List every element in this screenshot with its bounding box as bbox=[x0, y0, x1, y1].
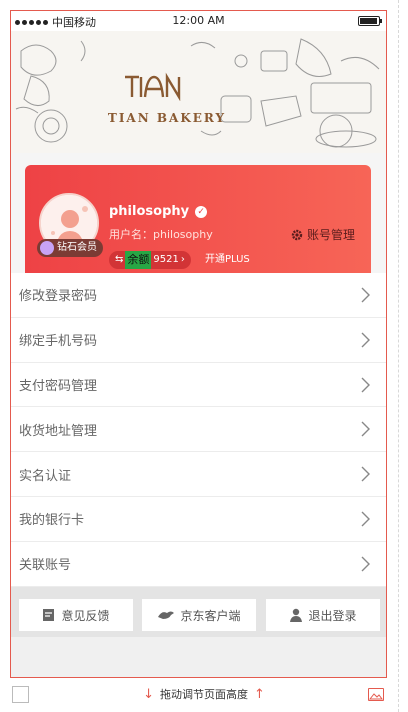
list-item-label: 支付密码管理 bbox=[19, 378, 98, 394]
arrow-up-icon: ↑ bbox=[254, 686, 265, 702]
chevron-right-icon bbox=[361, 421, 370, 437]
list-item[interactable]: 关联账号 bbox=[11, 542, 386, 587]
status-bar: 中国移动 12:00 AM bbox=[11, 11, 386, 31]
account-manage-button[interactable]: 账号管理 bbox=[291, 226, 355, 243]
empty-area bbox=[11, 637, 386, 677]
settings-list: 修改登录密码 绑定手机号码 支付密码管理 收货地址管理 实名认证 我的银行卡 关… bbox=[11, 273, 386, 587]
clock-label: 12:00 AM bbox=[172, 14, 225, 27]
account-manage-label: 账号管理 bbox=[306, 228, 355, 242]
gem-icon bbox=[40, 241, 54, 255]
wallet-icon: ⇆ bbox=[115, 254, 124, 265]
list-item[interactable]: 修改登录密码 bbox=[11, 273, 386, 318]
chevron-right-icon bbox=[361, 466, 370, 482]
list-item-label: 实名认证 bbox=[19, 468, 72, 484]
jd-client-label: 京东客户端 bbox=[180, 608, 241, 623]
sketch-illustration bbox=[15, 38, 380, 148]
chevron-right-icon bbox=[361, 511, 370, 527]
logout-label: 退出登录 bbox=[308, 608, 357, 623]
list-item[interactable]: 支付密码管理 bbox=[11, 363, 386, 408]
list-item[interactable]: 绑定手机号码 bbox=[11, 318, 386, 363]
list-item[interactable]: 实名认证 bbox=[11, 452, 386, 497]
jd-icon bbox=[158, 611, 175, 619]
height-drag-handle[interactable]: ↓ 拖动调节页面高度 ↑ bbox=[0, 686, 408, 702]
chevron-right-icon bbox=[361, 332, 370, 348]
list-item-label: 关联账号 bbox=[19, 558, 72, 574]
image-icon[interactable] bbox=[368, 688, 384, 701]
balance-pill[interactable]: ⇆ 余额 9521 › bbox=[109, 251, 191, 269]
username-row: philosophy ✓ bbox=[109, 204, 208, 219]
chevron-right-icon bbox=[361, 377, 370, 393]
feedback-label: 意见反馈 bbox=[61, 608, 110, 623]
user-id: 用户名：philosophy bbox=[109, 228, 213, 241]
list-item-label: 修改登录密码 bbox=[19, 289, 98, 305]
list-item-label: 绑定手机号码 bbox=[19, 334, 98, 350]
balance-label: 余额 bbox=[125, 251, 152, 269]
member-badge: 钻石会员 bbox=[37, 239, 103, 257]
plus-link[interactable]: 开通PLUS bbox=[205, 251, 250, 269]
brand-banner: TIAN BAKERY bbox=[11, 31, 386, 153]
feedback-button[interactable]: 意见反馈 bbox=[19, 599, 133, 631]
member-badge-label: 钻石会员 bbox=[57, 242, 97, 253]
logout-icon bbox=[290, 608, 303, 622]
list-item-label: 我的银行卡 bbox=[19, 513, 85, 529]
chevron-right-icon: › bbox=[180, 254, 185, 265]
balance-value: 9521 bbox=[153, 254, 179, 265]
profile-section: 钻石会员 philosophy ✓ 用户名：philosophy 账号管理 ⇆ bbox=[11, 153, 386, 275]
logout-button[interactable]: 退出登录 bbox=[266, 599, 380, 631]
jd-client-button[interactable]: 京东客户端 bbox=[142, 599, 256, 631]
chevron-right-icon bbox=[361, 287, 370, 303]
list-item[interactable]: 我的银行卡 bbox=[11, 497, 386, 542]
profile-card: 钻石会员 philosophy ✓ 用户名：philosophy 账号管理 ⇆ bbox=[25, 165, 371, 275]
username: philosophy bbox=[109, 204, 190, 219]
list-item-label: 收货地址管理 bbox=[19, 423, 98, 439]
phone-frame: 中国移动 12:00 AM TIAN BAKERY 钻石会员 philosoph… bbox=[10, 10, 387, 678]
brand-name: TIAN BAKERY bbox=[107, 111, 227, 125]
gear-icon bbox=[291, 229, 303, 240]
arrow-down-icon: ↓ bbox=[143, 686, 154, 702]
bottom-action-bar: 意见反馈 京东客户端 退出登录 bbox=[11, 587, 386, 637]
chevron-right-icon bbox=[361, 556, 370, 572]
editor-canvas: 中国移动 12:00 AM TIAN BAKERY 钻石会员 philosoph… bbox=[0, 0, 408, 712]
check-icon: ✓ bbox=[195, 205, 208, 218]
list-item[interactable]: 收货地址管理 bbox=[11, 407, 386, 453]
guide-line bbox=[398, 0, 399, 712]
bakery-logo-icon bbox=[125, 72, 181, 101]
battery-icon bbox=[358, 16, 382, 26]
feedback-icon bbox=[43, 609, 55, 621]
drag-hint-label: 拖动调节页面高度 bbox=[160, 688, 248, 701]
